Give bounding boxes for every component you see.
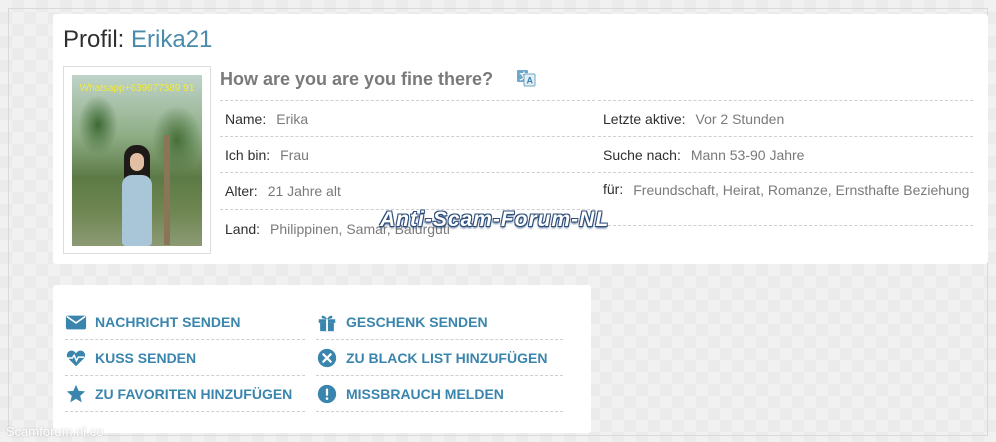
heartbeat-icon <box>66 350 86 366</box>
profile-photo[interactable]: Whatsapp+639677389 91 <box>63 66 211 254</box>
send-message-label: NACHRICHT SENDEN <box>95 313 241 330</box>
add-favorites-button[interactable]: ZU FAVORITEN HINZUFÜGEN <box>65 376 305 412</box>
x-circle-icon <box>317 348 337 367</box>
detail-row-name: Name: Erika <box>220 101 595 137</box>
profile-photo-image: Whatsapp+639677389 91 <box>72 75 202 246</box>
translate-icon[interactable]: 文 A <box>516 68 536 88</box>
report-abuse-button[interactable]: MISSBRAUCH MELDEN <box>316 376 563 412</box>
send-kiss-button[interactable]: KUSS SENDEN <box>65 340 305 376</box>
svg-text:A: A <box>527 76 534 86</box>
star-icon <box>66 384 86 402</box>
profile-headline: How are you are you fine there? <box>220 69 494 89</box>
detail-row-seeking: Suche nach: Mann 53-90 Jahre <box>598 137 973 173</box>
watermark-banner: Anti-Scam-Forum-NL <box>380 208 610 231</box>
profile-username: Erika21 <box>131 26 213 53</box>
add-favorites-label: ZU FAVORITEN HINZUFÜGEN <box>95 385 293 402</box>
send-kiss-label: KUSS SENDEN <box>95 349 197 366</box>
detail-row-last-active: Letzte aktive: Vor 2 Stunden <box>598 101 973 137</box>
detail-row-purpose: für: Freundschaft, Heirat, Romanze, Erns… <box>598 173 973 226</box>
photo-watermark: Whatsapp+639677389 91 <box>79 83 195 94</box>
send-gift-label: GESCHENK SENDEN <box>346 313 488 330</box>
profile-details-right: Letzte aktive: Vor 2 Stunden Suche nach:… <box>598 100 973 226</box>
exclamation-circle-icon <box>317 384 337 403</box>
send-gift-button[interactable]: GESCHENK SENDEN <box>316 304 563 340</box>
add-blacklist-button[interactable]: ZU BLACK LIST HINZUFÜGEN <box>316 340 563 376</box>
title-prefix: Profil: <box>63 26 125 53</box>
send-message-button[interactable]: NACHRICHT SENDEN <box>65 304 305 340</box>
report-abuse-label: MISSBRAUCH MELDEN <box>346 385 504 402</box>
gift-icon <box>318 315 336 331</box>
profile-actions-card: NACHRICHT SENDEN GESCHENK SENDEN KUSS SE… <box>53 285 591 433</box>
page-title: Profil: Erika21 <box>63 26 212 54</box>
envelope-icon <box>65 315 87 329</box>
site-watermark: Scamforum.nl.co <box>6 424 104 439</box>
detail-row-age: Alter: 21 Jahre alt <box>220 173 595 210</box>
add-blacklist-label: ZU BLACK LIST HINZUFÜGEN <box>346 349 548 366</box>
detail-row-gender: Ich bin: Frau <box>220 137 595 173</box>
